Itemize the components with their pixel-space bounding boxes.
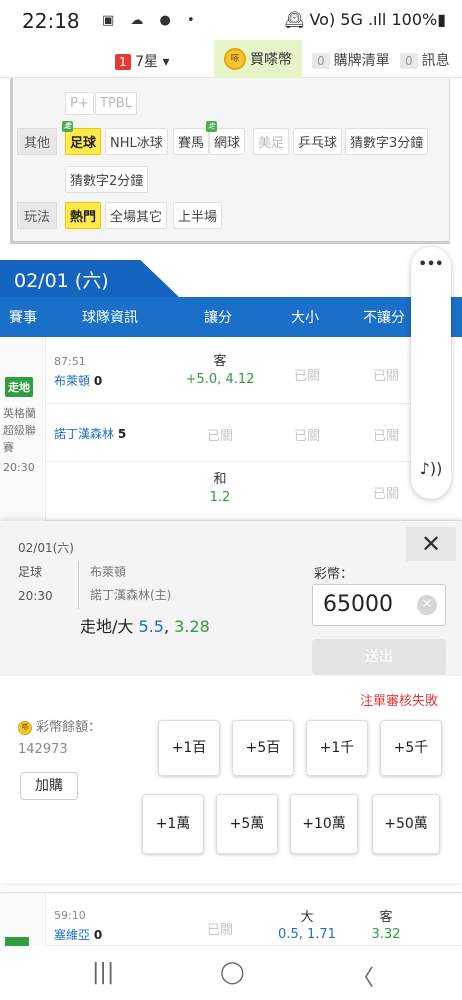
cart-link[interactable]: 0 購牌清單: [312, 50, 390, 70]
filter-chip-guess-2min[interactable]: 猜數字2分鐘: [65, 166, 149, 193]
col-event: 賽事: [9, 310, 37, 326]
home-team: 布萊頓 0: [54, 374, 103, 388]
event-cell: [0, 893, 46, 947]
col-moneyline: 不讓分: [363, 310, 405, 326]
filter-chip-guess-3min[interactable]: 猜數字3分鐘: [345, 128, 429, 155]
event-cell: 走地 英格蘭超級聯賽 20:30: [0, 337, 46, 521]
more-icon[interactable]: •••: [411, 257, 451, 272]
stars-badge: 1: [115, 54, 131, 70]
live-badge: 走地: [5, 377, 33, 397]
notification-icons: ▣ ☁ ● •: [102, 13, 201, 28]
filter-chip-tpbl[interactable]: TPBL: [95, 92, 137, 115]
coin-label: 彩幣：: [314, 567, 354, 582]
filter-chip-soccer[interactable]: 走足球: [62, 121, 102, 155]
match-clock: 87:51: [54, 355, 86, 368]
slip-home: 布萊頓: [90, 565, 127, 579]
recent-apps-icon[interactable]: |||: [92, 960, 114, 985]
message-count: 0: [400, 53, 418, 69]
clear-amount-icon[interactable]: ✕: [417, 595, 437, 615]
quick-add-1000[interactable]: +1千: [306, 720, 368, 776]
status-bar: 22:18 ▣ ☁ ● • 🕰 Vo) 5G .ıll 100%▮: [0, 0, 462, 40]
buy-coins-label: 買嗏幣: [250, 52, 292, 68]
amount-input[interactable]: 65000 ✕: [312, 584, 446, 626]
slip-pick: 走地/大 5.5, 3.28: [80, 617, 210, 636]
top-nav: 1 7星 ▾ 嗏 買嗏幣 0 購牌清單 0 訊息: [0, 40, 462, 78]
quick-add-100[interactable]: +1百: [158, 720, 220, 776]
filter-chip-tennis[interactable]: 走網球: [206, 121, 246, 155]
home-team: 塞維亞 0: [54, 928, 103, 942]
filter-panel: P+ TPBL 其他 走足球 NHL冰球 賽馬 走網球 美足 乒乓球 猜數字3分…: [10, 78, 450, 244]
away-team: 諾丁漢森林 5: [54, 427, 127, 441]
floating-toolbar: ••• ♪)): [411, 247, 451, 499]
filter-chip-full-other[interactable]: 全場其它: [105, 202, 168, 229]
android-nav-bar: ||| ◯ 〈: [0, 946, 462, 1000]
filter-chip-hot[interactable]: 熱門: [65, 202, 102, 229]
match-clock: 59:10: [54, 909, 86, 922]
quick-add-5000[interactable]: +5千: [380, 720, 442, 776]
filter-chip-horse[interactable]: 賽馬: [173, 128, 210, 155]
message-label: 訊息: [421, 53, 450, 69]
live-mark-icon: 走: [206, 121, 217, 132]
stars-label: 7星 ▾: [135, 54, 170, 70]
quick-add-500[interactable]: +5百: [232, 720, 294, 776]
message-link[interactable]: 0 訊息: [400, 50, 450, 70]
coin-icon: 嗏: [224, 48, 246, 70]
filter-chip-first-half[interactable]: 上半場: [173, 202, 223, 229]
start-time: 20:30: [3, 461, 35, 474]
col-handicap: 讓分: [204, 310, 232, 326]
stars-dropdown[interactable]: 1 7星 ▾: [115, 51, 169, 71]
match-row: 走地 英格蘭超級聯賽 20:30 87:51 布萊頓 0 諾丁漢森林 5 客 +…: [0, 337, 462, 521]
coin-icon: 嗏: [18, 720, 32, 735]
ou-under-closed: 已關: [293, 429, 320, 444]
table-header: 賽事 球隊資訊 讓分 大小 不讓分 代: [0, 297, 462, 337]
clock: 22:18: [22, 9, 80, 33]
live-mark-icon: 走: [62, 121, 73, 132]
filter-chip-american-football[interactable]: 美足: [253, 128, 290, 155]
quick-add-50000[interactable]: +5萬: [216, 794, 278, 854]
sound-icon[interactable]: ♪)): [411, 459, 451, 478]
handicap-home-closed: 已關: [206, 429, 233, 444]
col-over-under: 大小: [291, 310, 319, 326]
filter-chip-p-plus[interactable]: P+: [65, 92, 94, 115]
handicap-closed: 已關: [206, 923, 233, 938]
league-name: 英格蘭超級聯賽: [3, 407, 36, 454]
quick-add-500000[interactable]: +50萬: [372, 794, 440, 854]
slip-away: 諾丁漢森林(主): [90, 588, 172, 602]
cart-count: 0: [312, 53, 330, 69]
cart-label: 購牌清單: [333, 53, 390, 69]
filter-label-other: 其他: [17, 128, 58, 155]
match-row: 59:10 塞維亞 0 已關 大 0.5, 1.71 客 3.32: [0, 892, 462, 947]
buy-coins-button[interactable]: 嗏 買嗏幣: [214, 40, 302, 78]
draw-odds[interactable]: 和 1.2: [176, 471, 264, 507]
quick-add-100000[interactable]: +10萬: [290, 794, 358, 854]
submit-button[interactable]: 送出: [312, 639, 446, 675]
balance-value: 142973: [18, 742, 68, 757]
slip-time: 20:30: [18, 589, 53, 603]
error-message: 注單審核失敗: [360, 694, 439, 709]
ou-closed: 已關: [293, 369, 320, 384]
handicap-away-odds[interactable]: 客 +5.0, 4.12: [176, 353, 264, 389]
ml-draw-closed: 已關: [372, 487, 399, 502]
date-tab[interactable]: 02/01 (六): [0, 260, 180, 298]
filter-label-play: 玩法: [17, 202, 58, 229]
filter-chip-nhl[interactable]: NHL冰球: [105, 128, 168, 155]
ml-away-odds[interactable]: 客 3.32: [350, 909, 422, 943]
back-icon[interactable]: 〈: [352, 960, 374, 992]
home-icon[interactable]: ◯: [220, 960, 245, 985]
filter-chip-table-tennis[interactable]: 乒乓球: [293, 128, 343, 155]
ou-over-odds[interactable]: 大 0.5, 1.71: [264, 909, 350, 943]
topup-button[interactable]: 加購: [20, 772, 78, 800]
quick-add-10000[interactable]: +1萬: [142, 794, 204, 854]
slip-date: 02/01(六): [18, 541, 74, 555]
balance-label: 嗏 彩幣餘額：: [18, 716, 101, 735]
col-team: 球隊資訊: [82, 310, 138, 326]
close-slip-icon[interactable]: ✕: [406, 527, 456, 561]
system-status: 🕰 Vo) 5G .ıll 100%▮: [284, 10, 446, 29]
slip-sport: 足球: [18, 565, 43, 579]
